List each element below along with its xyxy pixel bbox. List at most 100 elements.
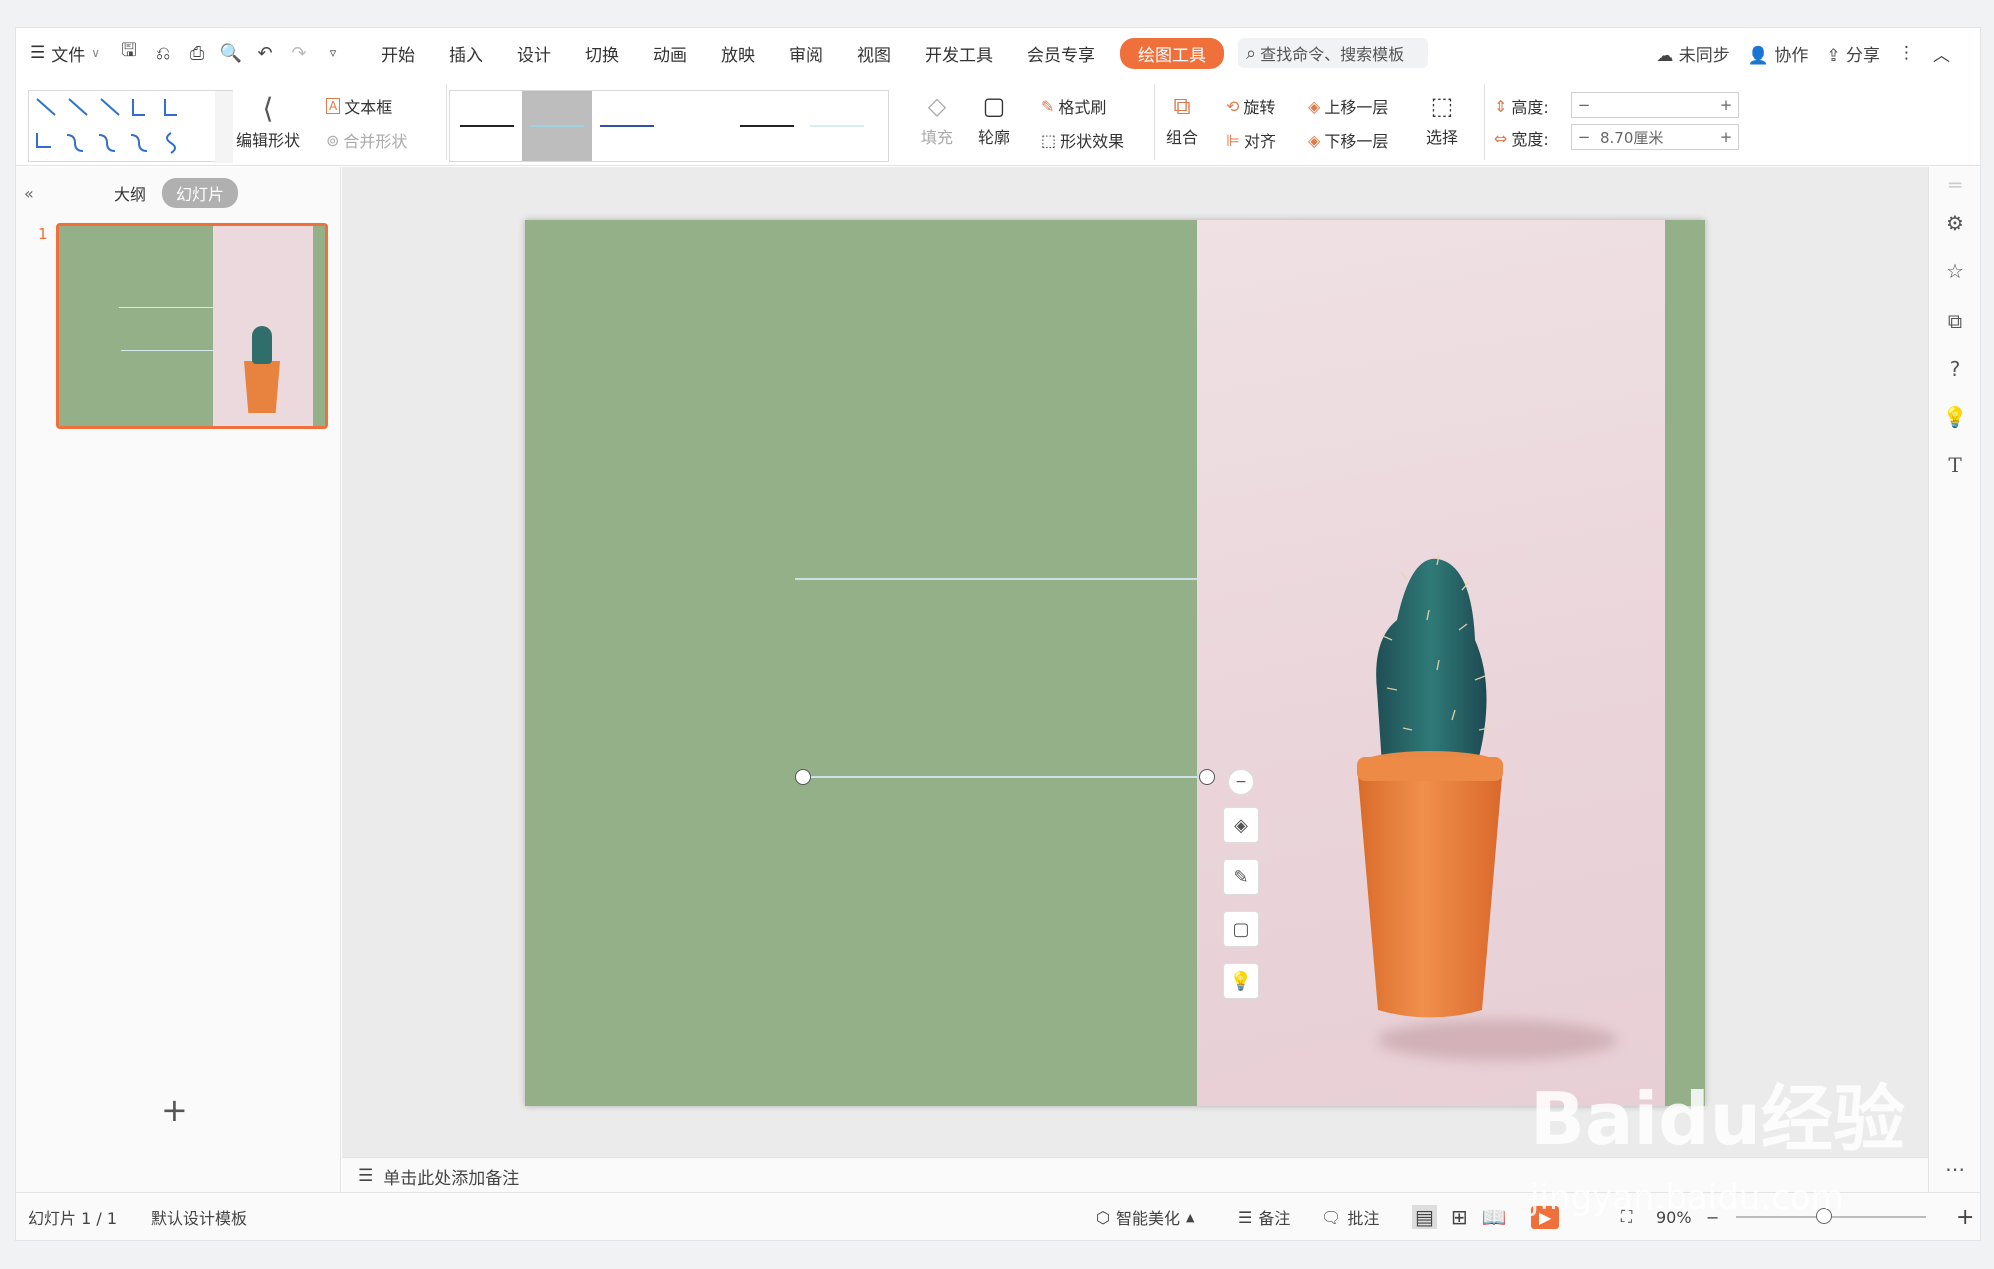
width-decrement[interactable]: −: [1572, 128, 1596, 146]
notes-toggle-icon: ☰: [1238, 1207, 1253, 1227]
merge-shape-icon: ⊚: [326, 130, 340, 150]
group-button[interactable]: ⧉ 组合: [1166, 92, 1198, 148]
slides-icon[interactable]: ⧉: [1941, 307, 1969, 335]
tab-slides[interactable]: 幻灯片: [162, 178, 239, 208]
tab-member[interactable]: 会员专享: [1010, 41, 1112, 66]
normal-view-icon[interactable]: ▤: [1412, 1205, 1437, 1229]
right-actions: ☁ 未同步 👤 协作 ⇪ 分享 ⋮ ︿: [1656, 28, 1950, 78]
beautify-button[interactable]: ⬡ 智能美化 ▲: [1096, 1193, 1194, 1241]
reading-view-icon[interactable]: 📖: [1482, 1205, 1507, 1229]
pin-icon[interactable]: ☆: [1941, 257, 1969, 285]
outline-frame-icon[interactable]: ▢: [1223, 911, 1259, 947]
print-icon[interactable]: ⎙: [180, 36, 214, 70]
bring-forward-button[interactable]: ◈ 上移一层: [1308, 94, 1388, 118]
collapse-ribbon-icon[interactable]: ︿: [1933, 41, 1950, 66]
more-icon[interactable]: ⋮: [1898, 43, 1915, 63]
layers-icon[interactable]: ◈: [1223, 807, 1259, 843]
width-icon: ⇔: [1494, 128, 1508, 148]
cactus-photo[interactable]: [1197, 220, 1665, 1106]
more-options-icon[interactable]: ⋯: [1941, 1155, 1969, 1183]
tab-home[interactable]: 开始: [364, 41, 432, 66]
textbox-button[interactable]: A 文本框: [326, 94, 392, 118]
effects-icon: ⬚: [1041, 130, 1057, 150]
collapse-toolbar-icon[interactable]: −: [1228, 769, 1254, 795]
file-menu[interactable]: ☰ 文件 ∨: [16, 41, 112, 66]
notes-toggle[interactable]: ☰ 备注: [1238, 1193, 1290, 1241]
tab-view[interactable]: 视图: [840, 41, 908, 66]
send-backward-button[interactable]: ◈ 下移一层: [1308, 128, 1388, 152]
notes-icon: ☰: [358, 1166, 374, 1186]
undo-icon[interactable]: ↶: [248, 36, 282, 70]
thumb-cactus: [252, 326, 272, 364]
customize-icon[interactable]: ▿: [316, 36, 350, 70]
align-button[interactable]: ⊫ 对齐: [1226, 128, 1276, 152]
slide-thumbnail[interactable]: [56, 223, 328, 429]
redo-icon[interactable]: ↷: [282, 36, 316, 70]
tab-developer[interactable]: 开发工具: [908, 41, 1010, 66]
select-button[interactable]: ⬚ 选择: [1426, 92, 1458, 148]
undo-history-icon[interactable]: ⎌: [146, 36, 180, 70]
fill-button[interactable]: ◇ 填充: [921, 92, 953, 148]
text-icon[interactable]: T: [1941, 451, 1969, 479]
comments-toggle[interactable]: 🗨 批注: [1321, 1193, 1379, 1241]
outline-button[interactable]: ▢ 轮廓: [978, 92, 1010, 148]
line-style-gallery[interactable]: [449, 90, 889, 162]
line-style-3[interactable]: [592, 91, 662, 161]
line-style-1[interactable]: [452, 91, 522, 161]
shape-gallery[interactable]: [28, 90, 233, 163]
vertical-scrollbar[interactable]: [1914, 177, 1922, 1137]
lightbulb-icon[interactable]: 💡: [1223, 963, 1259, 999]
collab-button[interactable]: 👤 协作: [1748, 41, 1809, 66]
drag-handle-icon[interactable]: ═: [1941, 171, 1969, 199]
layer-up-icon: ◈: [1308, 96, 1321, 116]
width-field[interactable]: − 8.70厘米 +: [1571, 124, 1739, 150]
template-name[interactable]: 默认设计模板: [151, 1193, 247, 1241]
tab-insert[interactable]: 插入: [432, 41, 500, 66]
rotate-button[interactable]: ⟲ 旋转: [1226, 94, 1275, 118]
width-increment[interactable]: +: [1714, 128, 1738, 146]
right-sidebar: ═ ⚙ ☆ ⧉ ? 💡 T ⋯: [1928, 167, 1980, 1194]
edit-shape-button[interactable]: ⟨ 编辑形状: [236, 92, 300, 151]
search-input[interactable]: ⌕ 查找命令、搜索模板: [1238, 38, 1429, 68]
outline-icon: ▢: [982, 92, 1006, 120]
height-field[interactable]: − +: [1571, 92, 1739, 118]
search-icon: ⌕: [1246, 42, 1257, 64]
brush-icon[interactable]: ✎: [1223, 859, 1259, 895]
format-painter-button[interactable]: ✎ 格式刷: [1041, 94, 1106, 118]
idea-icon[interactable]: 💡: [1941, 403, 1969, 431]
line-handle-start[interactable]: [795, 769, 811, 785]
share-icon: ⇪: [1826, 45, 1841, 66]
line-style-6[interactable]: [802, 91, 872, 161]
selected-line[interactable]: [803, 776, 1207, 778]
line-style-4[interactable]: [662, 91, 732, 161]
merge-shape-button[interactable]: ⊚ 合并形状: [326, 128, 407, 152]
height-increment[interactable]: +: [1714, 96, 1738, 114]
tab-outline[interactable]: 大纲: [114, 181, 146, 205]
height-decrement[interactable]: −: [1572, 96, 1596, 114]
user-icon: 👤: [1747, 45, 1769, 66]
tab-animation[interactable]: 动画: [636, 41, 704, 66]
grid-view-icon[interactable]: ⊞: [1451, 1205, 1468, 1229]
zoom-in-button[interactable]: +: [1956, 1193, 1974, 1241]
share-button[interactable]: ⇪ 分享: [1826, 41, 1880, 66]
edit-shape-icon: ⟨: [262, 92, 274, 125]
tab-transition[interactable]: 切换: [568, 41, 636, 66]
print-preview-icon[interactable]: 🔍: [214, 36, 248, 70]
properties-icon[interactable]: ⚙: [1941, 209, 1969, 237]
line-style-2[interactable]: [522, 91, 592, 161]
sync-button[interactable]: ☁ 未同步: [1656, 41, 1729, 66]
save-icon[interactable]: 🖫: [112, 36, 146, 70]
tab-slideshow[interactable]: 放映: [704, 41, 772, 66]
tab-drawing-tools[interactable]: 绘图工具: [1120, 37, 1225, 69]
shape-effects-button[interactable]: ⬚ 形状效果: [1041, 128, 1124, 152]
add-slide-button[interactable]: +: [161, 1091, 188, 1129]
line-handle-end[interactable]: [1199, 769, 1215, 785]
slide[interactable]: [525, 220, 1705, 1106]
decorative-line-top[interactable]: [795, 578, 1197, 580]
tab-review[interactable]: 审阅: [772, 41, 840, 66]
collapse-panel-icon[interactable]: «: [24, 184, 114, 203]
help-icon[interactable]: ?: [1941, 355, 1969, 383]
line-style-5[interactable]: [732, 91, 802, 161]
height-label: ⇕ 高度:: [1494, 96, 1549, 118]
tab-design[interactable]: 设计: [500, 41, 568, 66]
